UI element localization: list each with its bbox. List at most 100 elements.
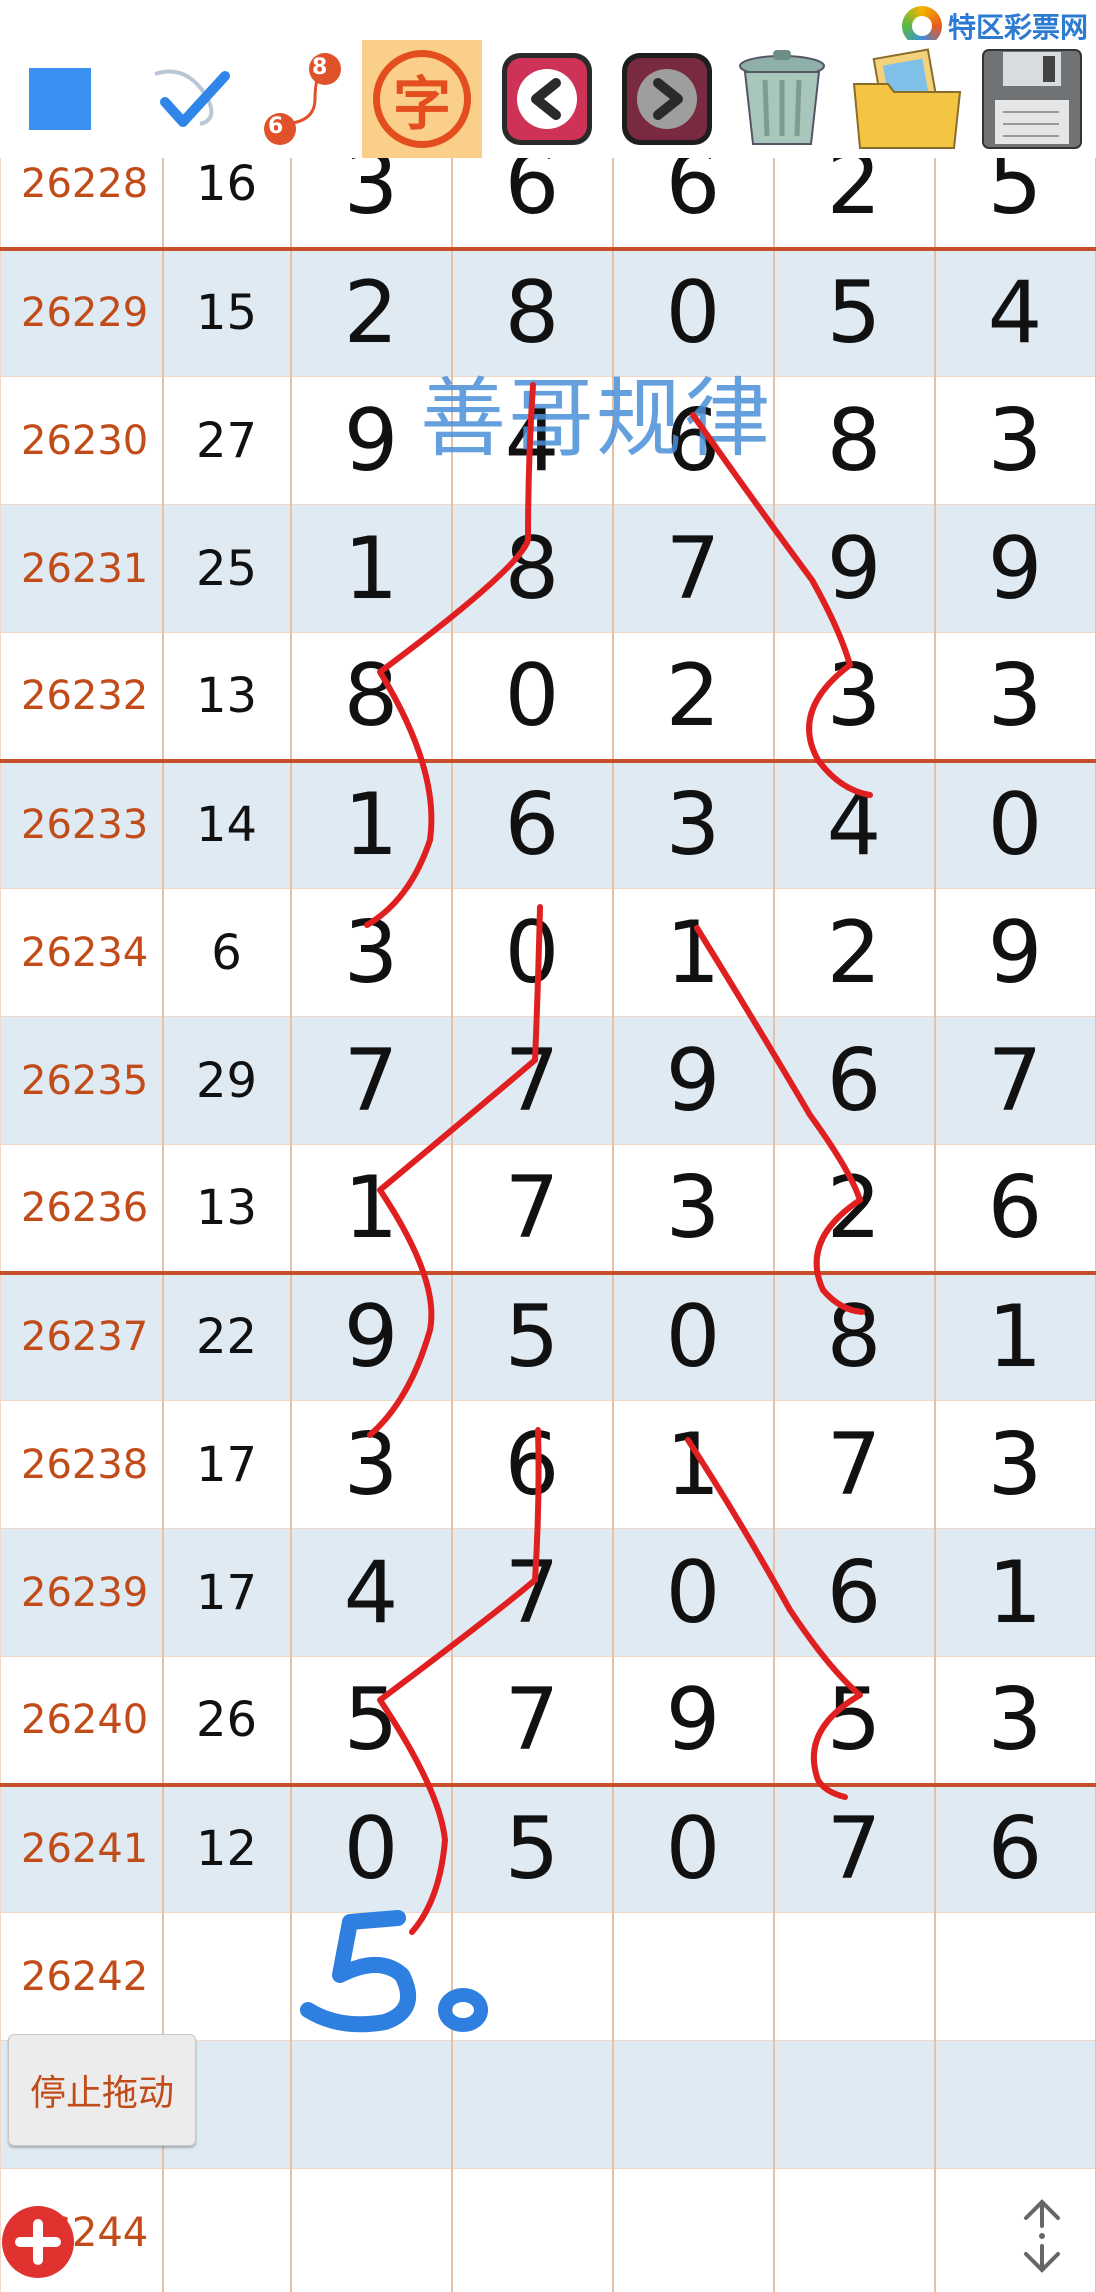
sum-value: 6: [162, 888, 292, 1017]
digit-cell-4[interactable]: [773, 1912, 936, 2041]
digit-cell-5[interactable]: 9: [934, 888, 1096, 1017]
digit-cell-4[interactable]: 3: [773, 632, 936, 761]
digit-cell-3[interactable]: 0: [612, 1270, 775, 1401]
digit-cell-2[interactable]: 6: [451, 758, 614, 889]
digit-cell-1[interactable]: [290, 1912, 453, 2041]
digit-cell-2[interactable]: 0: [451, 632, 614, 761]
digit-cell-1[interactable]: 9: [290, 376, 453, 505]
save-button[interactable]: [972, 40, 1092, 158]
digit-cell-1[interactable]: [290, 2168, 453, 2292]
digit-cell-5[interactable]: 3: [934, 376, 1096, 505]
digit-cell-1[interactable]: 0: [290, 1782, 453, 1913]
digit-cell-5[interactable]: 4: [934, 246, 1096, 377]
digit-cell-4[interactable]: 7: [773, 1782, 936, 1913]
digit-cell-5[interactable]: [934, 1912, 1096, 2041]
text-tool-button[interactable]: 字: [362, 40, 482, 158]
digit-cell-5[interactable]: 3: [934, 1400, 1096, 1529]
digit-cell-4[interactable]: 7: [773, 1400, 936, 1529]
digit-cell-3[interactable]: 9: [612, 1656, 775, 1785]
digit-cell-2[interactable]: 8: [451, 504, 614, 633]
draw-table: 26228 16 3 6 6 2 5 26229 15 2 8 0 5 4 26230 27 9 4 6 8 3 2623…: [0, 158, 1096, 2292]
digit-cell-2[interactable]: 0: [451, 888, 614, 1017]
digit-cell-1[interactable]: 7: [290, 1016, 453, 1145]
digit-cell-5[interactable]: 6: [934, 1144, 1096, 1273]
digit-cell-1[interactable]: 8: [290, 632, 453, 761]
digit-cell-1[interactable]: 2: [290, 246, 453, 377]
digit-cell-5[interactable]: 1: [934, 1528, 1096, 1657]
digit-cell-2[interactable]: 5: [451, 1270, 614, 1401]
digit-cell-5[interactable]: 9: [934, 504, 1096, 633]
digit-cell-3[interactable]: [612, 2040, 775, 2169]
digit-cell-3[interactable]: 0: [612, 246, 775, 377]
digit-cell-4[interactable]: 4: [773, 758, 936, 889]
digit-cell-4[interactable]: 6: [773, 1016, 936, 1145]
digit-cell-2[interactable]: 7: [451, 1528, 614, 1657]
gallery-button[interactable]: [845, 40, 970, 158]
digit-cell-4[interactable]: 5: [773, 246, 936, 377]
digit-cell-3[interactable]: 9: [612, 1016, 775, 1145]
digit-cell-2[interactable]: 6: [451, 158, 614, 249]
redo-button[interactable]: [612, 40, 722, 158]
digit-cell-3[interactable]: 7: [612, 504, 775, 633]
number-path-button[interactable]: 8 6: [255, 40, 355, 158]
clear-button[interactable]: [722, 40, 842, 158]
color-picker-button[interactable]: [10, 40, 110, 158]
digit-cell-2[interactable]: [451, 2168, 614, 2292]
digit-cell-5[interactable]: [934, 2040, 1096, 2169]
digit-cell-4[interactable]: 8: [773, 1270, 936, 1401]
digit-cell-1[interactable]: 1: [290, 1144, 453, 1273]
digit-cell-3[interactable]: [612, 1912, 775, 2041]
digit-cell-4[interactable]: 2: [773, 888, 936, 1017]
draw-grid[interactable]: 26228 16 3 6 6 2 5 26229 15 2 8 0 5 4 26230 27 9 4 6 8 3 2623…: [0, 158, 1096, 2292]
table-row: 26238 17 3 6 1 7 3: [0, 1400, 1096, 1529]
digit-cell-3[interactable]: 0: [612, 1782, 775, 1913]
digit-cell-3[interactable]: 1: [612, 1400, 775, 1529]
digit-cell-2[interactable]: 5: [451, 1782, 614, 1913]
digit-cell-4[interactable]: 6: [773, 1528, 936, 1657]
digit-cell-3[interactable]: 6: [612, 376, 775, 505]
digit-cell-1[interactable]: 3: [290, 158, 453, 249]
digit-cell-2[interactable]: 7: [451, 1144, 614, 1273]
digit-cell-4[interactable]: 2: [773, 1144, 936, 1273]
digit-cell-4[interactable]: 8: [773, 376, 936, 505]
stop-drag-button[interactable]: 停止拖动: [8, 2034, 196, 2146]
digit-cell-2[interactable]: 4: [451, 376, 614, 505]
digit-cell-1[interactable]: 5: [290, 1656, 453, 1785]
undo-button[interactable]: [492, 40, 602, 158]
digit-cell-1[interactable]: 9: [290, 1270, 453, 1401]
digit-cell-1[interactable]: 1: [290, 504, 453, 633]
digit-cell-4[interactable]: [773, 2040, 936, 2169]
digit-cell-2[interactable]: [451, 2040, 614, 2169]
digit-cell-3[interactable]: 3: [612, 1144, 775, 1273]
digit-cell-2[interactable]: 7: [451, 1016, 614, 1145]
digit-cell-5[interactable]: 3: [934, 632, 1096, 761]
digit-cell-1[interactable]: 3: [290, 1400, 453, 1529]
digit-cell-3[interactable]: 2: [612, 632, 775, 761]
digit-cell-2[interactable]: 7: [451, 1656, 614, 1785]
digit-cell-5[interactable]: 7: [934, 1016, 1096, 1145]
digit-cell-3[interactable]: 0: [612, 1528, 775, 1657]
digit-cell-1[interactable]: 1: [290, 758, 453, 889]
digit-cell-3[interactable]: 1: [612, 888, 775, 1017]
digit-cell-4[interactable]: 2: [773, 158, 936, 249]
digit-cell-3[interactable]: 6: [612, 158, 775, 249]
digit-cell-5[interactable]: 1: [934, 1270, 1096, 1401]
digit-cell-4[interactable]: 5: [773, 1656, 936, 1785]
digit-cell-4[interactable]: 9: [773, 504, 936, 633]
digit-cell-5[interactable]: 6: [934, 1782, 1096, 1913]
digit-cell-5[interactable]: 0: [934, 758, 1096, 889]
digit-cell-1[interactable]: 3: [290, 888, 453, 1017]
digit-cell-1[interactable]: 4: [290, 1528, 453, 1657]
digit-cell-3[interactable]: 3: [612, 758, 775, 889]
pen-tool-button[interactable]: [140, 40, 250, 158]
digit-cell-1[interactable]: [290, 2040, 453, 2169]
digit-cell-2[interactable]: 8: [451, 246, 614, 377]
digit-cell-2[interactable]: 6: [451, 1400, 614, 1529]
digit-cell-2[interactable]: [451, 1912, 614, 2041]
scroll-toggle[interactable]: [1012, 2196, 1072, 2276]
digit-cell-4[interactable]: [773, 2168, 936, 2292]
add-button[interactable]: [2, 2206, 74, 2278]
digit-cell-3[interactable]: [612, 2168, 775, 2292]
digit-cell-5[interactable]: 3: [934, 1656, 1096, 1785]
digit-cell-5[interactable]: 5: [934, 158, 1096, 249]
